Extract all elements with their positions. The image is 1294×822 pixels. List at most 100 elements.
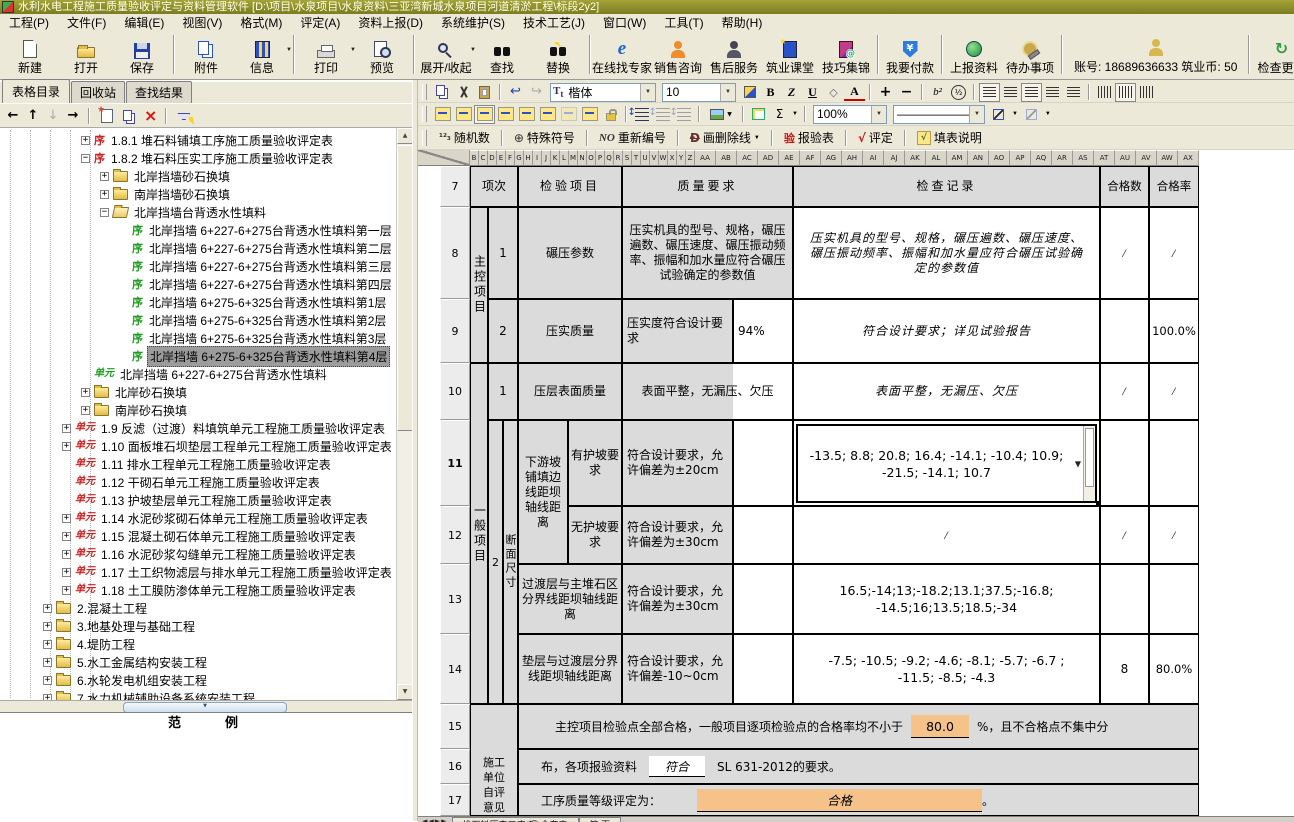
cell-r9-req[interactable]: 压实度符合设计要求 <box>622 299 733 363</box>
selected-cell-value[interactable]: -13.5; 8.8; 20.8; 16.4; -14.1; -10.4; 10… <box>808 447 1065 481</box>
font-size-select[interactable]: 10 ▼ <box>662 83 736 102</box>
tree-item-label[interactable]: 北岸砂石换填 <box>113 383 189 402</box>
insert-column-left-button[interactable] <box>432 105 453 124</box>
我要付款-button[interactable]: 我要付款 <box>882 31 938 78</box>
cell-r13-item[interactable]: 过渡层与主堆石区分界线距坝轴线距离 <box>518 564 622 634</box>
column-header-S[interactable]: S <box>623 150 632 166</box>
table-grid-button[interactable] <box>579 105 600 124</box>
销售咨询-button[interactable]: 销售咨询 <box>650 31 706 78</box>
line-style-select[interactable]: ——————— ▼ <box>893 105 985 124</box>
cell-r10-record[interactable]: 表面平整，无漏压、欠压 <box>793 363 1100 420</box>
tree-item-label[interactable]: 1.15 混凝土砌石体单元工程施工质量验收评定表 <box>99 527 358 546</box>
tree-item[interactable]: 单元1.13 护坡垫层单元工程施工质量验收评定表 <box>0 491 396 509</box>
cell-scrollbar-thumb[interactable] <box>1085 428 1094 487</box>
column-header-C[interactable]: C <box>479 150 488 166</box>
tree-item-label[interactable]: 北岸挡墙 6+227-6+275台背透水性填料第二层 <box>147 239 394 258</box>
row-header-17[interactable]: 17 <box>440 784 470 816</box>
cell-r13-rate[interactable] <box>1149 564 1199 634</box>
sum-dropdown-icon[interactable]: ▼ <box>792 111 798 117</box>
expand-icon[interactable]: + <box>62 442 71 451</box>
border-button[interactable] <box>988 105 1009 124</box>
tab-table-catalog[interactable]: 表格目录 <box>2 79 70 103</box>
cell-r8-no[interactable]: 1 <box>488 207 518 299</box>
tree-item[interactable]: 序北岸挡墙 6+275-6+325台背透水性填料第4层 <box>0 347 396 365</box>
tree-item-label[interactable]: 北岸挡墙 6+227-6+275台背透水性填料 <box>118 365 329 384</box>
column-header-AQ[interactable]: AQ <box>1031 150 1052 166</box>
dropdown-arrow-icon[interactable]: ▼ <box>286 47 292 53</box>
cell-r14-req-blank[interactable] <box>733 634 793 704</box>
tree-item-label[interactable]: 2.混凝土工程 <box>75 599 149 618</box>
filter-button[interactable] <box>173 106 194 125</box>
新建-button[interactable]: 新建 <box>2 31 58 78</box>
expand-icon[interactable]: + <box>81 388 90 397</box>
expand-icon[interactable]: + <box>62 550 71 559</box>
font-size-dropdown-icon[interactable]: ▼ <box>720 84 735 101</box>
align-justify-button[interactable] <box>979 83 1000 102</box>
scrollbar-thumb[interactable] <box>397 145 413 431</box>
附件-button[interactable]: 附件 <box>178 31 234 78</box>
column-header-AW[interactable]: AW <box>1157 150 1178 166</box>
tree-item-label[interactable]: 北岸挡墙 6+275-6+325台背透水性填料第4层 <box>147 346 390 367</box>
column-header-AU[interactable]: AU <box>1115 150 1136 166</box>
column-header-B[interactable]: B <box>470 150 479 166</box>
column-header-AC[interactable]: AC <box>737 150 758 166</box>
cell-r9-rate[interactable]: 100.0% <box>1149 299 1199 363</box>
row-header-16[interactable]: 16 <box>440 749 470 784</box>
tree-item-label[interactable]: 1.14 水泥砂浆砌石体单元工程施工质量验收评定表 <box>99 509 370 528</box>
column-header-E[interactable]: E <box>497 150 506 166</box>
column-header-AL[interactable]: AL <box>926 150 947 166</box>
cell-r12-req[interactable]: 符合设计要求，允许偏差为±30cm <box>622 506 733 564</box>
image-dropdown-icon[interactable]: ▼ <box>727 111 732 118</box>
tree-item-label[interactable]: 1.13 护坡垫层单元工程施工质量验收评定表 <box>99 491 334 510</box>
row-header-10[interactable]: 10 <box>440 363 470 420</box>
column-header-P[interactable]: P <box>596 150 605 166</box>
insert-frame-button[interactable] <box>748 105 769 124</box>
column-header-Z[interactable]: Z <box>686 150 695 166</box>
tree-item[interactable]: +南岸砂石换填 <box>0 401 396 419</box>
renumber-button[interactable]: NO重新编号 <box>592 128 673 148</box>
insert-image-button[interactable]: ▼ <box>704 105 738 124</box>
tree-item-label[interactable]: 北岸挡墙 6+227-6+275台背透水性填料第一层 <box>147 221 394 240</box>
expand-icon[interactable]: + <box>62 424 71 433</box>
替换-button[interactable]: 替换 <box>530 31 586 78</box>
row-header-11[interactable]: 11 <box>440 420 470 506</box>
increase-size-button[interactable]: + <box>875 83 896 102</box>
cell-r10-item[interactable]: 压层表面质量 <box>518 363 622 420</box>
tree-item[interactable]: −北岸挡墙台背透水性填料 <box>0 203 396 221</box>
column-header-AD[interactable]: AD <box>758 150 779 166</box>
cell-r10-rate[interactable]: / <box>1149 363 1199 420</box>
nav-down-button[interactable]: ↓ <box>44 107 62 125</box>
cell-dropdown-icon[interactable]: ▼ <box>1075 455 1081 472</box>
column-header-M[interactable]: M <box>569 150 578 166</box>
信息-button[interactable]: 信息▼ <box>234 31 290 78</box>
tree-item-label[interactable]: 5.水工金属结构安装工程 <box>75 653 209 672</box>
expand-icon[interactable]: + <box>100 172 109 181</box>
r16-conform-input[interactable]: 符合 <box>649 756 705 777</box>
cell-r11-req[interactable]: 符合设计要求，允许偏差为±20cm <box>622 420 733 506</box>
expand-icon[interactable]: + <box>100 190 109 199</box>
menu-item[interactable]: 资料上报(D) <box>349 14 432 31</box>
cell-r11-req-blank[interactable] <box>733 420 793 506</box>
zoom-dropdown-icon[interactable]: ▼ <box>871 106 886 123</box>
tree-item[interactable]: +4.堤防工程 <box>0 635 396 653</box>
tree-item-label[interactable]: 1.18 土工膜防渗体单元工程施工质量验收评定表 <box>99 581 358 600</box>
toolbar-grip[interactable] <box>422 106 427 122</box>
menu-item[interactable]: 评定(A) <box>291 14 349 31</box>
cell-r12-count[interactable]: / <box>1100 506 1149 564</box>
cell-r8-count[interactable]: / <box>1100 207 1149 299</box>
cell-r9-item[interactable]: 压实质量 <box>518 299 622 363</box>
delete-row-button[interactable] <box>537 105 558 124</box>
column-header-J[interactable]: J <box>542 150 551 166</box>
vertical-text-button-3[interactable] <box>1136 83 1157 102</box>
cell-r12-sub[interactable]: 无护坡要求 <box>568 506 622 564</box>
cell-r10-no[interactable]: 1 <box>488 363 518 420</box>
random-number-button[interactable]: ¹²₃随机数 <box>432 128 497 148</box>
cell-r10-count[interactable]: / <box>1100 363 1149 420</box>
select-all-corner[interactable] <box>418 150 470 166</box>
在线找专家-button[interactable]: e在线找专家 <box>594 31 650 78</box>
cell-r13-req[interactable]: 符合设计要求，允许偏差为±30cm <box>622 564 733 634</box>
cell-r14-req[interactable]: 符合设计要求，允许偏差-10~0cm <box>622 634 733 704</box>
expand-icon[interactable]: + <box>81 406 90 415</box>
title-bar[interactable]: 水利水电工程施工质量验收评定与资料管理软件 [D:\项目\水泉项目\水泉资料\三… <box>0 0 1294 14</box>
menu-item[interactable]: 帮助(H) <box>713 14 772 31</box>
